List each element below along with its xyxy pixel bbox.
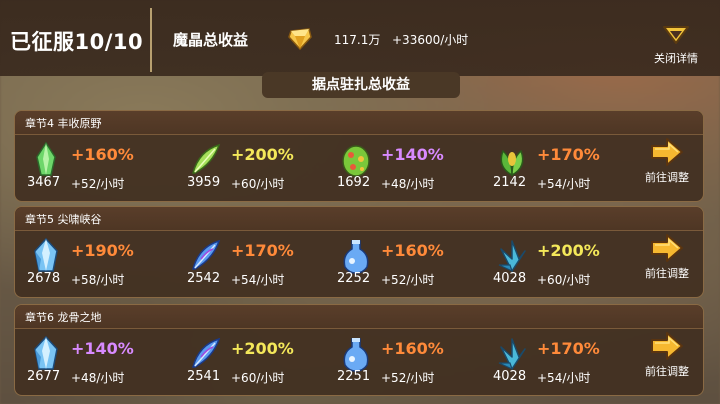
resource-item: 3959 +200% +60/小时	[187, 141, 337, 197]
hourly-rate: +48/小时	[381, 177, 435, 191]
resource-count: 4028	[493, 369, 527, 384]
bonus-percent: +170%	[537, 145, 600, 164]
arrow-right-icon	[651, 138, 683, 166]
resource-item: 2677 +140% +48/小时	[27, 335, 177, 391]
hourly-rate: +52/小时	[71, 177, 125, 191]
bonus-percent: +190%	[71, 241, 134, 260]
bonus-percent: +160%	[71, 145, 134, 164]
hourly-rate: +52/小时	[381, 371, 435, 385]
bonus-percent: +160%	[381, 339, 444, 358]
resource-item: 2541 +200% +60/小时	[187, 335, 337, 391]
chapter-header: 章节5 尖啸峡谷	[15, 207, 703, 231]
resource-count: 2541	[187, 369, 221, 384]
resource-item: 3467 +160% +52/小时	[27, 141, 177, 197]
close-detail-label: 关闭详情	[654, 52, 698, 65]
bonus-percent: +200%	[231, 145, 294, 164]
resource-count: 3467	[27, 175, 61, 190]
resource-count: 2142	[493, 175, 527, 190]
hourly-rate: +58/小时	[71, 273, 125, 287]
header-divider	[150, 8, 152, 72]
bonus-percent: +170%	[537, 339, 600, 358]
goto-adjust-label: 前往调整	[645, 267, 689, 280]
bonus-percent: +200%	[231, 339, 294, 358]
bonus-percent: +200%	[537, 241, 600, 260]
blue-feather-icon	[187, 335, 225, 373]
income-rate: +33600/小时	[392, 33, 469, 47]
blue-crystal-icon	[27, 237, 65, 275]
chapter-panel: 章节5 尖啸峡谷 2678 +190% +58/小时 2542 +170% +54/小时 22…	[14, 206, 704, 298]
hourly-rate: +54/小时	[231, 273, 285, 287]
resource-count: 2678	[27, 271, 61, 286]
conquered-count: 已征服10/10	[10, 30, 144, 54]
green-leaf-crystal-icon	[27, 141, 65, 179]
bonus-percent: +160%	[381, 241, 444, 260]
arrow-right-icon	[651, 332, 683, 360]
magic-crystal-icon	[288, 28, 312, 51]
income-total: 117.1万	[334, 33, 381, 47]
resource-count: 4028	[493, 271, 527, 286]
arrow-right-icon	[651, 234, 683, 262]
hourly-rate: +54/小时	[537, 177, 591, 191]
header-bar: 已征服10/10 魔晶总收益 117.1万 +33600/小时 关闭详情	[0, 0, 720, 76]
blue-leaf-icon	[493, 335, 531, 373]
blue-feather-icon	[187, 237, 225, 275]
resource-count: 2542	[187, 271, 221, 286]
bonus-percent: +170%	[231, 241, 294, 260]
close-detail-button[interactable]: 关闭详情	[643, 24, 709, 72]
goto-adjust-button[interactable]: 前往调整	[635, 137, 699, 197]
resource-count: 3959	[187, 175, 221, 190]
section-title: 据点驻扎总收益	[262, 72, 460, 98]
income-label: 魔晶总收益	[173, 31, 249, 49]
resource-count: 2251	[337, 369, 371, 384]
chapter-panel: 章节6 龙骨之地 2677 +140% +48/小时 2541 +200% +60/小时 22…	[14, 304, 704, 396]
hourly-rate: +60/小时	[231, 371, 285, 385]
hourly-rate: +48/小时	[71, 371, 125, 385]
goto-adjust-label: 前往调整	[645, 171, 689, 184]
resource-count: 1692	[337, 175, 371, 190]
chapter-title: 章节4 丰收原野	[25, 117, 102, 130]
blue-leaf-icon	[493, 237, 531, 275]
goto-adjust-button[interactable]: 前往调整	[635, 233, 699, 293]
chevron-down-icon	[663, 26, 689, 44]
blue-crystal-icon	[27, 335, 65, 373]
resource-item: 2251 +160% +52/小时	[337, 335, 487, 391]
resource-count: 2677	[27, 369, 61, 384]
chapter-title: 章节5 尖啸峡谷	[25, 213, 102, 226]
chapter-title: 章节6 龙骨之地	[25, 311, 102, 324]
hourly-rate: +54/小时	[537, 371, 591, 385]
resource-item: 2542 +170% +54/小时	[187, 237, 337, 293]
hourly-rate: +60/小时	[231, 177, 285, 191]
resource-item: 2678 +190% +58/小时	[27, 237, 177, 293]
bonus-percent: +140%	[71, 339, 134, 358]
hourly-rate: +60/小时	[537, 273, 591, 287]
resource-item: 4028 +170% +54/小时	[493, 335, 643, 391]
chapter-header: 章节6 龙骨之地	[15, 305, 703, 329]
chapter-header: 章节4 丰收原野	[15, 111, 703, 135]
resource-item: 4028 +200% +60/小时	[493, 237, 643, 293]
bonus-percent: +140%	[381, 145, 444, 164]
resource-item: 2252 +160% +52/小时	[337, 237, 487, 293]
blue-bottle-icon	[337, 237, 375, 275]
resource-item: 1692 +140% +48/小时	[337, 141, 487, 197]
spotted-egg-icon	[337, 141, 375, 179]
blue-bottle-icon	[337, 335, 375, 373]
hourly-rate: +52/小时	[381, 273, 435, 287]
chapter-panel: 章节4 丰收原野 3467 +160% +52/小时 3959 +200% +60/小时 16…	[14, 110, 704, 202]
resource-count: 2252	[337, 271, 371, 286]
resource-item: 2142 +170% +54/小时	[493, 141, 643, 197]
green-seed-pod-icon	[493, 141, 531, 179]
green-feather-icon	[187, 141, 225, 179]
goto-adjust-button[interactable]: 前往调整	[635, 331, 699, 391]
goto-adjust-label: 前往调整	[645, 365, 689, 378]
